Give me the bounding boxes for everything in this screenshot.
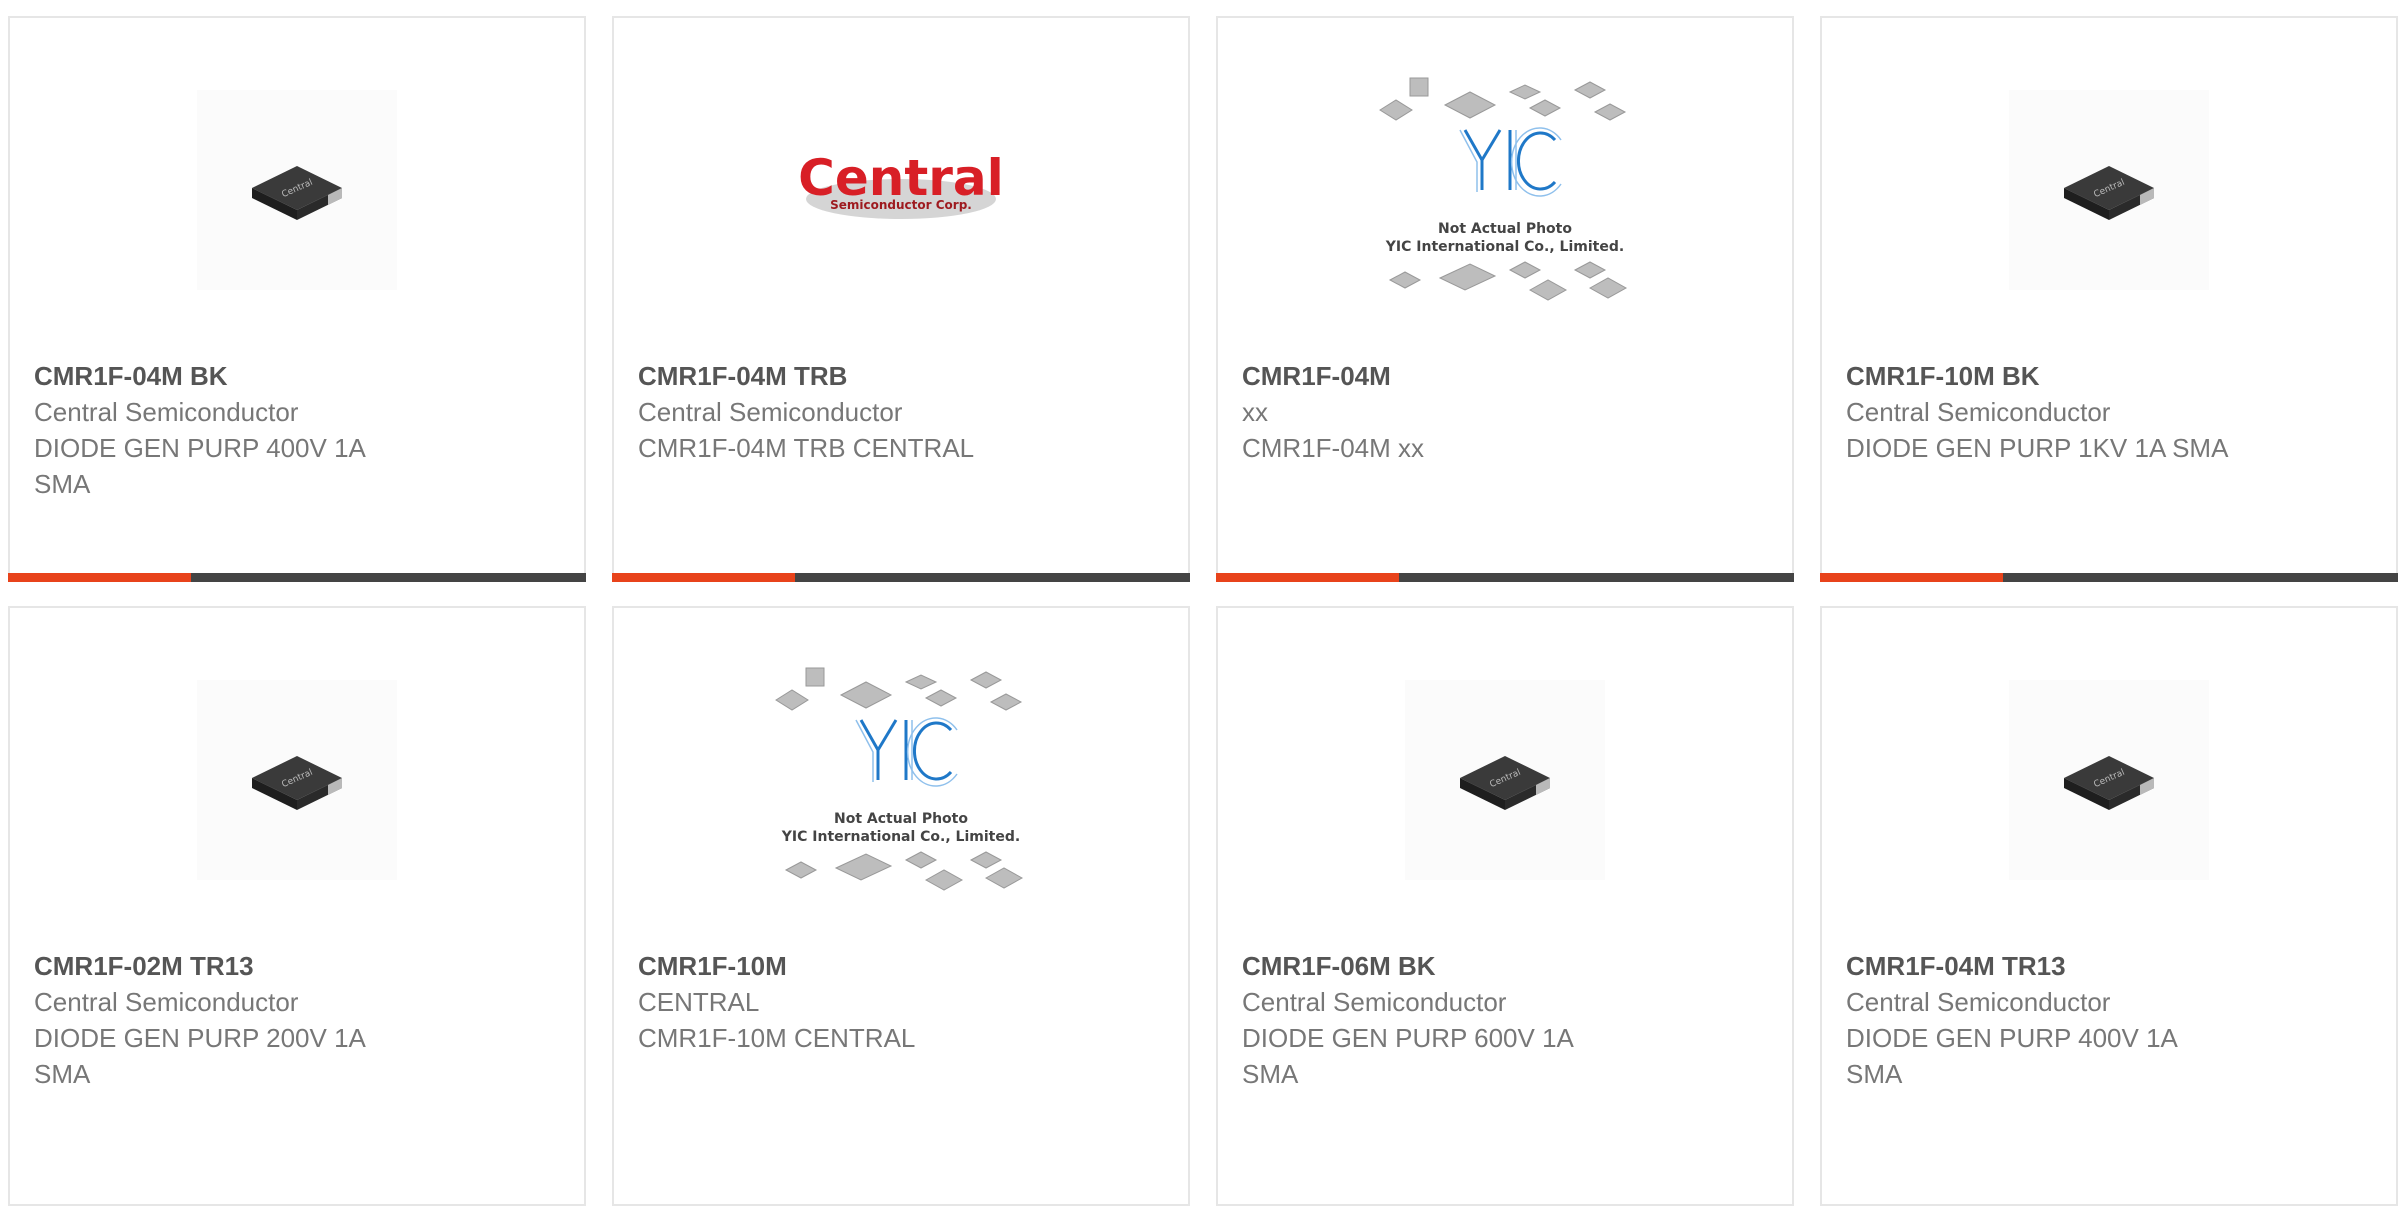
product-card[interactable]: Central ™ Semiconductor Corp. CMR1F-04M …: [612, 16, 1190, 582]
product-card[interactable]: Central CMR1F-02M TR13 Central Semicondu…: [8, 606, 586, 1206]
manufacturer: Central Semiconductor: [1242, 987, 1507, 1017]
diode-image: Central: [2009, 680, 2209, 880]
product-info: CMR1F-04M xx CMR1F-04M xx: [1242, 358, 1768, 466]
yic-caption: Not Actual Photo YIC International Co., …: [781, 811, 1021, 845]
chips-placeholder-icon: [1379, 77, 1628, 301]
manufacturer: Central Semiconductor: [34, 987, 299, 1017]
product-grid: Central CMR1F-04M BK Central Semiconduct…: [8, 16, 2400, 1206]
description: DIODE GEN PURP 400V 1A SMA: [34, 433, 365, 499]
diode-sma-package-icon: Central: [1460, 756, 1550, 810]
card-bottom-bar: [1820, 573, 2398, 582]
product-image[interactable]: Not Actual Photo YIC International Co., …: [1218, 70, 1792, 310]
product-info: CMR1F-10M BK Central Semiconductor DIODE…: [1846, 358, 2372, 466]
description: CMR1F-10M CENTRAL: [638, 1023, 916, 1053]
product-card[interactable]: Central CMR1F-04M BK Central Semiconduct…: [8, 16, 586, 582]
card-bottom-bar: [612, 573, 1190, 582]
description: DIODE GEN PURP 1KV 1A SMA: [1846, 433, 2229, 463]
yic-placeholder-image: Not Actual Photo YIC International Co., …: [1370, 70, 1640, 310]
product-card[interactable]: Central CMR1F-06M BK Central Semiconduct…: [1216, 606, 1794, 1206]
diode-image: Central: [197, 680, 397, 880]
diode-sma-package-icon: Central: [252, 756, 342, 810]
part-number[interactable]: CMR1F-04M TR13: [1846, 948, 2372, 984]
product-image[interactable]: Central: [10, 70, 584, 310]
svg-text:™: ™: [991, 158, 1000, 168]
part-number[interactable]: CMR1F-04M TRB: [638, 358, 1164, 394]
svg-text:Semiconductor Corp.: Semiconductor Corp.: [830, 198, 972, 212]
part-number[interactable]: CMR1F-04M: [1242, 358, 1768, 394]
product-info: CMR1F-04M BK Central Semiconductor DIODE…: [34, 358, 560, 502]
product-info: CMR1F-04M TRB Central Semiconductor CMR1…: [638, 358, 1164, 466]
card-accent: [1820, 573, 2003, 582]
description: DIODE GEN PURP 200V 1A SMA: [34, 1023, 365, 1089]
product-card[interactable]: Not Actual Photo YIC International Co., …: [612, 606, 1190, 1206]
central-logo-icon: Central ™ Semiconductor Corp.: [798, 149, 1004, 219]
description: DIODE GEN PURP 400V 1A SMA: [1846, 1023, 2177, 1089]
product-card[interactable]: Central CMR1F-10M BK Central Semiconduct…: [1820, 16, 2398, 582]
yic-caption: Not Actual Photo YIC International Co., …: [1385, 221, 1625, 255]
yic-placeholder-image: Not Actual Photo YIC International Co., …: [766, 660, 1036, 900]
diode-image: Central: [1405, 680, 1605, 880]
manufacturer: Central Semiconductor: [1846, 987, 2111, 1017]
product-info: CMR1F-06M BK Central Semiconductor DIODE…: [1242, 948, 1768, 1092]
product-image[interactable]: Central ™ Semiconductor Corp.: [614, 70, 1188, 310]
product-card[interactable]: Central CMR1F-04M TR13 Central Semicondu…: [1820, 606, 2398, 1206]
product-image[interactable]: Central: [1218, 660, 1792, 900]
part-number[interactable]: CMR1F-02M TR13: [34, 948, 560, 984]
card-accent: [612, 573, 795, 582]
diode-image: Central: [2009, 90, 2209, 290]
part-number[interactable]: CMR1F-10M: [638, 948, 1164, 984]
diode-sma-package-icon: Central: [2064, 756, 2154, 810]
product-card[interactable]: Not Actual Photo YIC International Co., …: [1216, 16, 1794, 582]
manufacturer: Central Semiconductor: [638, 397, 903, 427]
description: CMR1F-04M TRB CENTRAL: [638, 433, 975, 463]
product-info: CMR1F-04M TR13 Central Semiconductor DIO…: [1846, 948, 2372, 1092]
part-number[interactable]: CMR1F-10M BK: [1846, 358, 2372, 394]
product-image[interactable]: Not Actual Photo YIC International Co., …: [614, 660, 1188, 900]
product-image[interactable]: Central: [1822, 70, 2396, 310]
manufacturer: xx: [1242, 397, 1268, 427]
chips-placeholder-icon: [775, 667, 1024, 891]
diode-image: Central: [197, 90, 397, 290]
manufacturer: Central Semiconductor: [34, 397, 299, 427]
card-accent: [1216, 573, 1399, 582]
product-info: CMR1F-10M CENTRAL CMR1F-10M CENTRAL: [638, 948, 1164, 1056]
card-bottom-bar: [1216, 573, 1794, 582]
product-image[interactable]: Central: [1822, 660, 2396, 900]
description: CMR1F-04M xx: [1242, 433, 1425, 463]
diode-sma-package-icon: Central: [2064, 166, 2154, 220]
product-info: CMR1F-02M TR13 Central Semiconductor DIO…: [34, 948, 560, 1092]
diode-sma-package-icon: Central: [252, 166, 342, 220]
card-accent: [8, 573, 191, 582]
product-image[interactable]: Central: [10, 660, 584, 900]
description: DIODE GEN PURP 600V 1A SMA: [1242, 1023, 1573, 1089]
part-number[interactable]: CMR1F-04M BK: [34, 358, 560, 394]
manufacturer: CENTRAL: [638, 987, 760, 1017]
manufacturer: Central Semiconductor: [1846, 397, 2111, 427]
part-number[interactable]: CMR1F-06M BK: [1242, 948, 1768, 984]
central-semiconductor-logo: Central ™ Semiconductor Corp.: [796, 143, 1006, 238]
card-bottom-bar: [8, 573, 586, 582]
